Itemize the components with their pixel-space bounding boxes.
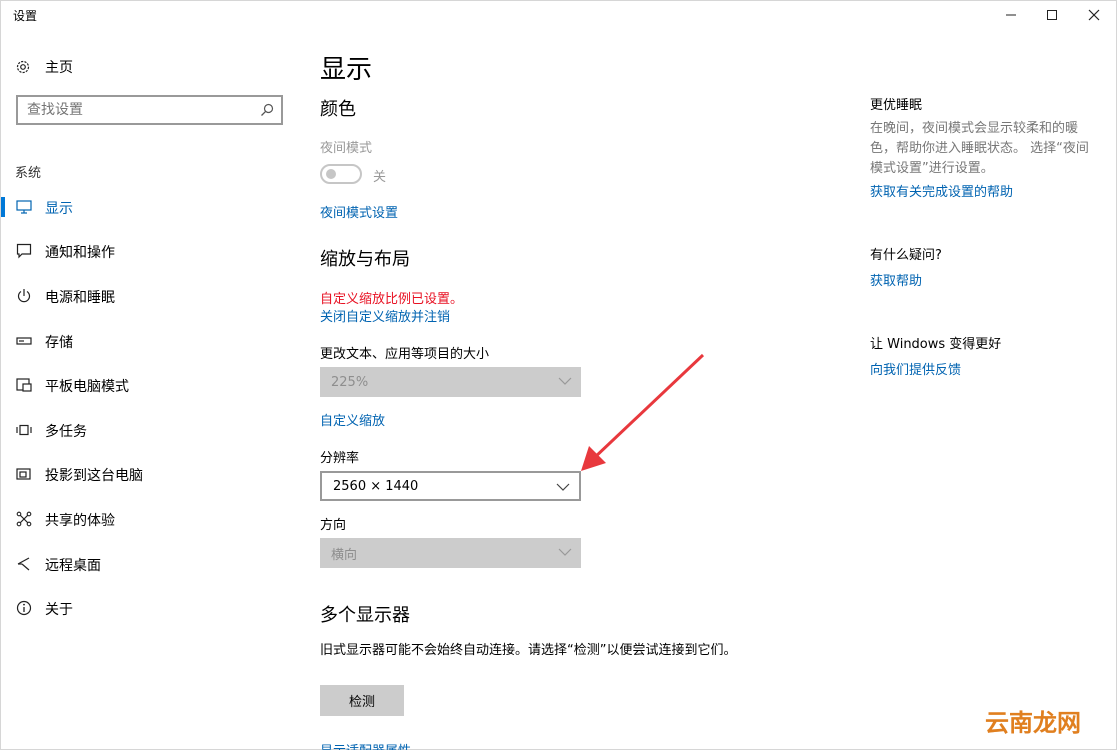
chevron-down-icon [558, 377, 572, 385]
sidebar-item-label: 显示 [45, 201, 73, 217]
close-button[interactable] [1071, 1, 1117, 29]
minimize-icon [1006, 14, 1016, 16]
sidebar-item-label: 电源和睡眠 [45, 290, 115, 306]
shared-experiences-icon [15, 511, 33, 527]
home-label: 主页 [45, 60, 73, 76]
night-light-label: 夜间模式 [320, 141, 373, 156]
better-sleep-text: 在晚间，夜间模式会显示较柔和的暖色，帮助你进入睡眠状态。 选择“夜间模式设置”进… [870, 121, 1089, 176]
sidebar-item-shared-experiences[interactable]: 共享的体验 [1, 499, 301, 539]
remote-desktop-icon [15, 556, 33, 572]
feedback-link[interactable]: 向我们提供反馈 [870, 359, 961, 378]
text-size-dropdown[interactable]: 225% [320, 367, 581, 397]
search-icon [261, 103, 274, 116]
search-field[interactable] [16, 95, 283, 125]
notification-icon [15, 243, 33, 259]
app-title: 设置 [13, 9, 38, 23]
gear-icon [16, 60, 30, 74]
improve-windows-heading: 让 Windows 变得更好 [870, 337, 1002, 352]
custom-scale-warning: 自定义缩放比例已设置。 [320, 292, 464, 307]
close-icon [1088, 9, 1100, 21]
resolution-label: 分辨率 [320, 451, 360, 466]
sidebar-item-display[interactable]: 显示 [1, 187, 301, 227]
night-light-state: 关 [373, 170, 387, 185]
maximize-icon [1047, 10, 1057, 20]
sidebar: 主页 系统 显示 通知和操作 电源和 [1, 31, 301, 750]
tablet-mode-icon [15, 377, 33, 393]
sidebar-item-power[interactable]: 电源和睡眠 [1, 276, 301, 316]
chevron-down-icon [556, 483, 570, 491]
active-indicator [1, 197, 5, 217]
annotation-arrow [581, 353, 705, 471]
night-light-toggle[interactable] [320, 164, 362, 184]
watermark-text: 云南龙网 [985, 709, 1081, 737]
sidebar-item-label: 存储 [45, 335, 73, 351]
setup-help-link[interactable]: 获取有关完成设置的帮助 [870, 181, 1013, 200]
sidebar-item-label: 关于 [45, 602, 73, 618]
turn-off-custom-scaling-link[interactable]: 关闭自定义缩放并注销 [320, 306, 450, 325]
sidebar-item-label: 远程桌面 [45, 558, 101, 574]
get-help-link[interactable]: 获取帮助 [870, 270, 922, 289]
sidebar-item-label: 通知和操作 [45, 245, 115, 261]
text-size-label: 更改文本、应用等项目的大小 [320, 347, 490, 362]
chevron-down-icon [558, 548, 572, 556]
night-light-settings-link[interactable]: 夜间模式设置 [320, 202, 398, 221]
display-adapter-properties-link[interactable]: 显示适配器属性 [320, 740, 411, 750]
watermark-logo: 云南龙网 [981, 704, 1091, 740]
maximize-button[interactable] [1029, 1, 1075, 29]
page-title: 显示 [320, 55, 373, 85]
question-heading: 有什么疑问? [870, 248, 942, 263]
resolution-dropdown[interactable]: 2560 × 1440 [320, 471, 581, 501]
sidebar-item-storage[interactable]: 存储 [1, 321, 301, 361]
custom-scaling-link[interactable]: 自定义缩放 [320, 410, 385, 429]
sidebar-item-label: 多任务 [45, 424, 87, 440]
projecting-icon [15, 466, 33, 482]
sidebar-item-about[interactable]: 关于 [1, 588, 301, 628]
monitor-icon [15, 199, 33, 215]
toggle-knob [326, 169, 336, 179]
sidebar-item-label: 平板电脑模式 [45, 379, 129, 395]
text-size-value: 225% [331, 374, 369, 390]
sidebar-item-label: 共享的体验 [45, 513, 115, 529]
home-link[interactable]: 主页 [15, 57, 73, 77]
orientation-dropdown[interactable]: 横向 [320, 538, 581, 568]
orientation-label: 方向 [320, 518, 347, 533]
info-icon [15, 600, 33, 616]
multiple-displays-description: 旧式显示器可能不会始终自动连接。请选择“检测”以便尝试连接到它们。 [320, 643, 737, 658]
orientation-value: 横向 [331, 547, 358, 563]
sidebar-item-multitasking[interactable]: 多任务 [1, 410, 301, 450]
detect-button[interactable]: 检测 [320, 685, 404, 716]
sidebar-item-projecting[interactable]: 投影到这台电脑 [1, 454, 301, 494]
multitasking-icon [15, 422, 33, 438]
color-heading: 颜色 [320, 99, 356, 120]
storage-icon [15, 333, 33, 349]
sidebar-item-tablet-mode[interactable]: 平板电脑模式 [1, 365, 301, 405]
title-bar: 设置 [1, 1, 1116, 31]
sidebar-item-remote-desktop[interactable]: 远程桌面 [1, 544, 301, 584]
resolution-value: 2560 × 1440 [333, 478, 419, 494]
settings-window: 设置 主页 系统 [0, 0, 1117, 750]
minimize-button[interactable] [988, 1, 1034, 29]
power-icon [15, 288, 33, 304]
section-label-system: 系统 [15, 166, 42, 181]
search-input[interactable] [27, 102, 247, 118]
scale-layout-heading: 缩放与布局 [320, 249, 410, 270]
related-panel: 更优睡眠 在晚间，夜间模式会显示较柔和的暖色，帮助你进入睡眠状态。 选择“夜间模… [870, 31, 1110, 750]
sidebar-item-notifications[interactable]: 通知和操作 [1, 231, 301, 271]
sidebar-item-label: 投影到这台电脑 [45, 468, 143, 484]
better-sleep-heading: 更优睡眠 [870, 98, 923, 113]
multiple-displays-heading: 多个显示器 [320, 605, 410, 626]
